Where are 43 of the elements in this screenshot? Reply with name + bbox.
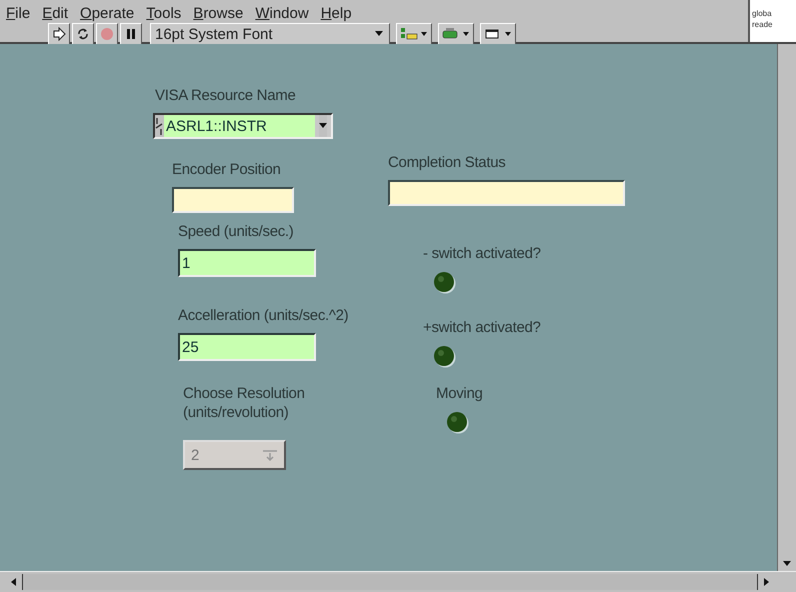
run-continuously-button[interactable] xyxy=(72,23,94,45)
menu-item[interactable]: Tools xyxy=(146,5,182,22)
menu-item[interactable]: Operate xyxy=(80,5,134,22)
ring-arrow-icon xyxy=(262,449,278,461)
menu-item[interactable]: Edit xyxy=(42,5,68,22)
menu-item[interactable]: Help xyxy=(320,5,352,22)
run-button[interactable] xyxy=(48,23,70,45)
abort-button[interactable] xyxy=(96,23,118,45)
scroll-down-icon xyxy=(782,559,792,567)
menu-item[interactable]: Browse xyxy=(193,5,244,22)
control-label: - switch activated? xyxy=(423,244,541,263)
control-label: VISA Resource Name xyxy=(155,86,296,105)
control-label: Speed (units/sec.) xyxy=(178,222,294,241)
control-label: Moving xyxy=(436,384,483,403)
menu-item[interactable]: Window xyxy=(255,5,309,22)
reorder-icon xyxy=(484,27,512,41)
reorder-dropdown[interactable] xyxy=(480,23,516,45)
scroll-right-icon xyxy=(762,577,770,587)
pause-button[interactable] xyxy=(120,23,142,45)
distribute-dropdown[interactable] xyxy=(438,23,474,45)
control-label: +switch activated? xyxy=(423,318,541,337)
stop-icon xyxy=(100,27,114,41)
control-label: Completion Status xyxy=(388,153,506,172)
resource-dropdown[interactable]: ASRL1::INSTR xyxy=(153,113,333,139)
numeric-field[interactable]: 25 xyxy=(178,333,316,361)
side-text: reade xyxy=(752,19,774,30)
run-arrow-icon xyxy=(52,27,66,41)
scroll-left-icon xyxy=(10,577,18,587)
pause-icon xyxy=(125,28,137,40)
dropdown-arrow-icon xyxy=(375,31,383,37)
align-dropdown[interactable] xyxy=(396,23,432,45)
control-label: Choose Resolution (units/revolution) xyxy=(183,384,305,422)
side-text: globa xyxy=(752,8,773,19)
circular-arrows-icon xyxy=(76,27,90,41)
font-dropdown[interactable]: 16pt System Font xyxy=(150,23,390,45)
io-icon xyxy=(155,115,164,137)
menu-item[interactable]: File xyxy=(6,5,30,22)
control-label: Encoder Position xyxy=(172,160,281,179)
control-label: Accelleration (units/sec.^2) xyxy=(178,306,348,325)
align-objects-icon xyxy=(400,27,428,41)
numeric-field[interactable]: 1 xyxy=(178,249,316,277)
distribute-objects-icon xyxy=(442,27,470,41)
horizontal-scrollbar[interactable] xyxy=(0,571,796,592)
